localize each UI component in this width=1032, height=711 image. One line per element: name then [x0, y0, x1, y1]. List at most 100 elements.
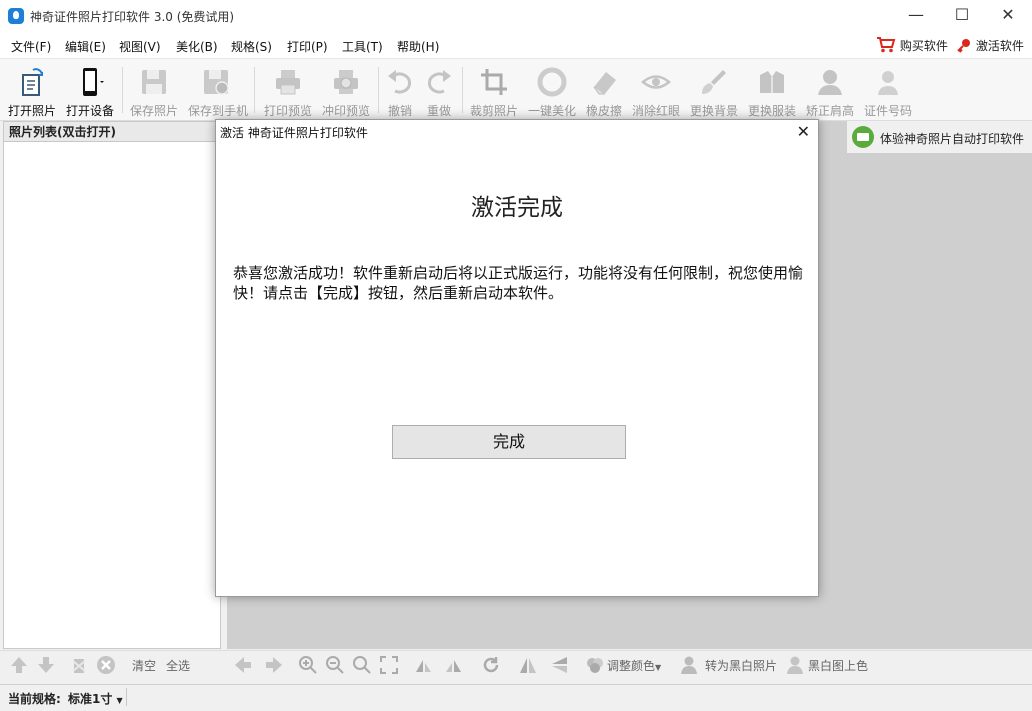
brush-icon — [702, 70, 726, 94]
save-photo-button[interactable]: 保存照片 — [126, 63, 182, 119]
photo-list-panel[interactable]: 照片列表(双击打开) — [3, 121, 221, 649]
toolbar-separator — [462, 67, 463, 113]
photo-print-preview-button[interactable]: 冲印预览 — [318, 63, 374, 119]
current-spec-label: 当前规格: — [8, 692, 61, 706]
correct-shoulder-label: 矫正肩高 — [805, 104, 854, 118]
crop-photo-button[interactable]: 裁剪照片 — [466, 63, 522, 119]
menu-print[interactable]: 打印(P) — [287, 38, 328, 55]
adjust-color-label: 调整颜色 — [607, 659, 656, 673]
toolbar-separator — [254, 67, 255, 113]
crop-photo-label: 裁剪照片 — [469, 104, 518, 118]
remove-all-icon[interactable] — [96, 655, 116, 675]
save-to-phone-icon — [204, 70, 229, 95]
previous-icon[interactable] — [233, 655, 253, 675]
auto-print-link[interactable]: 体验神奇照片自动打印软件 — [847, 121, 1032, 153]
bottom-toolbar: 清空 全选 调整颜色▼ 转为黑白照片 黑白图上色 — [0, 650, 1032, 681]
open-device-label: 打开设备 — [65, 104, 114, 118]
key-icon — [957, 39, 970, 53]
activate-software-label: 激活软件 — [975, 39, 1024, 53]
id-number-button[interactable]: 证件号码 — [860, 63, 916, 119]
flip-horizontal-icon[interactable] — [518, 655, 538, 675]
move-up-icon[interactable] — [9, 655, 29, 675]
zoom-in-icon[interactable] — [298, 655, 318, 675]
activate-software-link[interactable]: 激活软件 — [956, 37, 1024, 54]
select-all-button[interactable]: 全选 — [166, 657, 190, 674]
menu-view[interactable]: 视图(V) — [119, 38, 161, 55]
auto-print-label: 体验神奇照片自动打印软件 — [880, 132, 1025, 146]
toolbar-separator — [122, 67, 123, 113]
open-photo-label: 打开照片 — [7, 104, 56, 118]
redo-label: 重做 — [426, 104, 451, 118]
minimize-button[interactable]: — — [893, 0, 939, 32]
status-divider — [126, 688, 127, 706]
open-photo-icon — [22, 68, 43, 96]
menu-help[interactable]: 帮助(H) — [397, 38, 439, 55]
rotate-right-icon[interactable] — [444, 655, 464, 675]
dialog-message: 恭喜您激活成功！软件重新启动后将以正式版运行，功能将没有任何限制，祝您使用愉快！… — [233, 264, 804, 302]
adjust-color-icon[interactable] — [585, 655, 605, 675]
redo-button[interactable]: 重做 — [411, 63, 467, 119]
menu-spec[interactable]: 规格(S) — [231, 38, 272, 55]
activation-dialog: 激活 神奇证件照片打印软件 ✕ 激活完成 恭喜您激活成功！软件重新启动后将以正式… — [215, 119, 819, 597]
dialog-close-icon[interactable]: ✕ — [797, 122, 810, 141]
photo-print-preview-label: 冲印预览 — [321, 104, 370, 118]
open-photo-button[interactable]: 打开照片 — [4, 63, 60, 119]
photo-list-header: 照片列表(双击打开) — [4, 122, 220, 142]
dialog-heading: 激活完成 — [471, 195, 563, 221]
crop-icon — [481, 69, 507, 95]
buy-software-link[interactable]: 购买软件 — [876, 37, 948, 54]
refresh-icon[interactable] — [481, 655, 501, 675]
redo-icon — [427, 70, 451, 94]
main-toolbar: 打开照片 打开设备 保存照片 保存到手机 打印预览 冲印预览 撤销 重做 裁剪照… — [0, 59, 1032, 121]
move-down-icon[interactable] — [36, 655, 56, 675]
flip-vertical-icon[interactable] — [549, 655, 569, 675]
current-spec-dropdown[interactable]: 标准1寸 ▼ — [68, 690, 123, 707]
rotate-left-icon[interactable] — [413, 655, 433, 675]
save-to-phone-label: 保存到手机 — [188, 104, 249, 118]
zoom-out-icon[interactable] — [325, 655, 345, 675]
correct-shoulder-button[interactable]: 矫正肩高 — [802, 63, 858, 119]
change-clothes-label: 更换服装 — [747, 104, 796, 118]
open-device-button[interactable]: 打开设备 — [62, 63, 118, 119]
menu-file[interactable]: 文件(F) — [11, 38, 51, 55]
eraser-label: 橡皮擦 — [585, 104, 622, 118]
chevron-down-icon: ▼ — [116, 696, 123, 705]
chevron-down-icon: ▼ — [655, 663, 662, 672]
to-black-white-button[interactable]: 转为黑白照片 — [705, 657, 777, 674]
remove-red-eye-button[interactable]: 消除红眼 — [628, 63, 684, 119]
menu-beautify[interactable]: 美化(B) — [176, 38, 218, 55]
eraser-icon — [593, 72, 616, 95]
buy-software-label: 购买软件 — [899, 39, 948, 53]
beautify-icon — [537, 67, 567, 97]
change-background-button[interactable]: 更换背景 — [686, 63, 742, 119]
menu-edit[interactable]: 编辑(E) — [65, 38, 106, 55]
person-colorize-icon — [785, 655, 805, 675]
clear-list-button[interactable]: 清空 — [132, 657, 156, 674]
app-logo-icon — [8, 8, 24, 24]
printer-icon — [276, 70, 300, 95]
done-button[interactable]: 完成 — [392, 425, 626, 459]
fullscreen-icon[interactable] — [379, 655, 399, 675]
cart-icon — [877, 37, 896, 53]
adjust-color-button[interactable]: 调整颜色▼ — [607, 657, 661, 674]
close-window-button[interactable]: ✕ — [985, 0, 1031, 32]
one-click-beautify-button[interactable]: 一键美化 — [524, 63, 580, 119]
zoom-fit-icon[interactable] — [352, 655, 372, 675]
id-person-icon — [878, 71, 898, 95]
change-clothes-button[interactable]: 更换服装 — [744, 63, 800, 119]
print-preview-button[interactable]: 打印预览 — [260, 63, 316, 119]
eraser-button[interactable]: 橡皮擦 — [576, 63, 632, 119]
maximize-button[interactable]: ☐ — [939, 0, 985, 32]
next-icon[interactable] — [264, 655, 284, 675]
bw-colorize-button[interactable]: 黑白图上色 — [808, 657, 868, 674]
print-preview-label: 打印预览 — [263, 104, 312, 118]
suit-icon — [760, 71, 784, 93]
title-bar: 神奇证件照片打印软件 3.0 (免费试用) — ☐ ✕ — [0, 0, 1032, 32]
menu-tools[interactable]: 工具(T) — [342, 38, 383, 55]
save-to-phone-button[interactable]: 保存到手机 — [188, 63, 249, 119]
auto-print-icon — [852, 126, 874, 148]
window-title: 神奇证件照片打印软件 3.0 (免费试用) — [30, 10, 235, 24]
delete-photo-icon[interactable] — [69, 655, 89, 675]
save-photo-label: 保存照片 — [129, 104, 178, 118]
eye-icon — [641, 75, 671, 89]
